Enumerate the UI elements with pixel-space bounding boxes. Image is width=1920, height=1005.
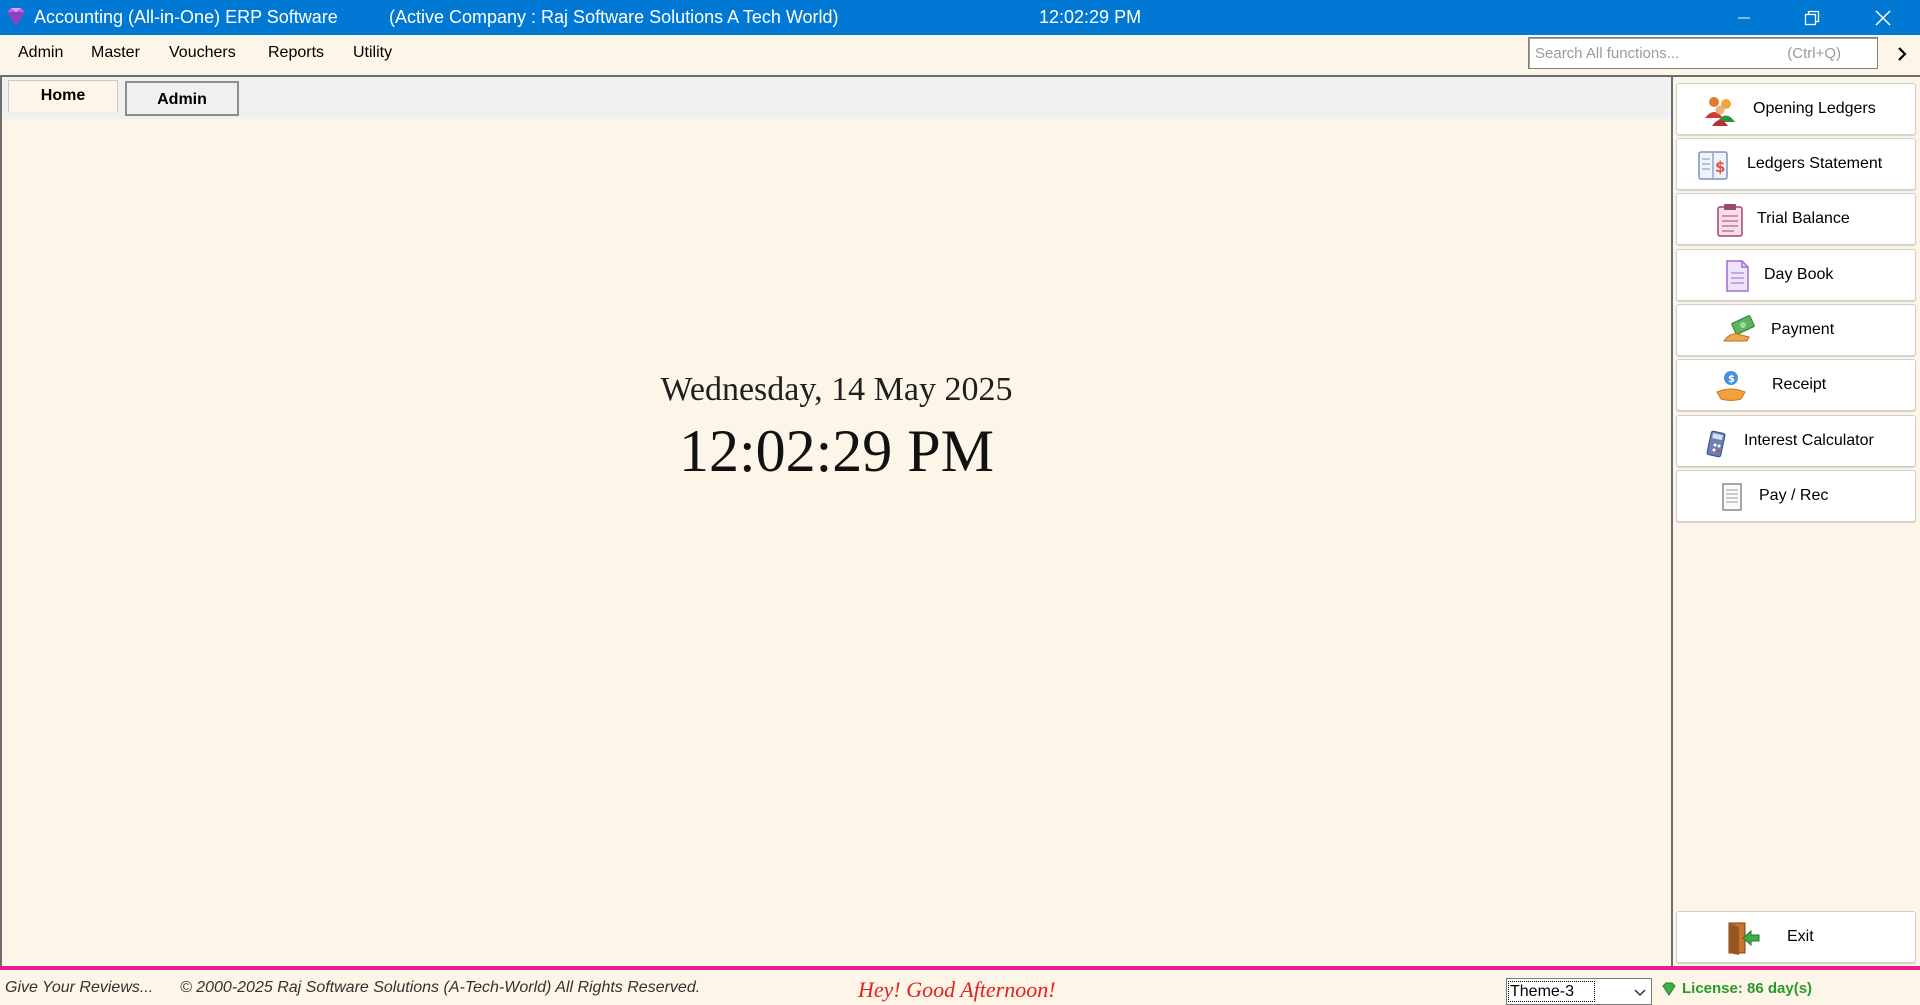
svg-text:$: $ — [1715, 158, 1725, 176]
quick-access-panel: Opening Ledgers $ Ledgers Statement Tria… — [1673, 75, 1920, 970]
payment-button[interactable]: Payment — [1676, 304, 1916, 356]
pay-rec-label: Pay / Rec — [1759, 487, 1829, 504]
app-title: Accounting (All-in-One) ERP Software — [34, 7, 338, 27]
current-time: 12:02:29 PM — [678, 418, 995, 484]
license-gem-icon — [1662, 982, 1676, 996]
minimize-icon — [1738, 17, 1750, 18]
tab-home[interactable]: Home — [8, 80, 118, 112]
pay-rec-button[interactable]: Pay / Rec — [1676, 470, 1916, 522]
search-functions-box[interactable]: (Ctrl+Q) — [1528, 37, 1878, 69]
active-company-label: (Active Company : Raj Software Solutions… — [389, 7, 839, 27]
current-date: Wednesday, 14 May 2025 — [660, 371, 1013, 408]
titlebar-clock: 12:02:29 PM — [1039, 7, 1142, 27]
close-button[interactable] — [1853, 0, 1913, 35]
day-book-label: Day Book — [1764, 266, 1834, 283]
menu-utility[interactable]: Utility — [353, 44, 392, 62]
ledgers-statement-button[interactable]: $ Ledgers Statement — [1676, 138, 1916, 190]
exit-door-icon — [1728, 922, 1760, 955]
receipt-label: Receipt — [1772, 376, 1827, 393]
menu-vouchers[interactable]: Vouchers — [169, 44, 236, 62]
trial-balance-label: Trial Balance — [1757, 210, 1850, 227]
tab-admin[interactable]: Admin — [125, 81, 239, 116]
coin-hand-icon: $ — [1716, 371, 1746, 401]
main-workspace: Home Admin Wednesday, 14 May 2025 12:02:… — [0, 75, 1673, 970]
copyright-text: © 2000-2025 Raj Software Solutions (A-Te… — [180, 979, 701, 996]
payment-label: Payment — [1771, 321, 1835, 338]
ledgers-statement-label: Ledgers Statement — [1747, 155, 1883, 172]
theme-dropdown[interactable]: Theme-3 — [1506, 978, 1652, 1005]
license-status: License: 86 day(s) — [1682, 980, 1813, 997]
receipt-button[interactable]: $ Receipt — [1676, 359, 1916, 411]
clipboard-icon — [1717, 204, 1743, 237]
opening-ledgers-button[interactable]: Opening Ledgers — [1676, 83, 1916, 135]
people-group-icon — [1705, 97, 1735, 126]
page-icon — [1722, 483, 1742, 511]
interest-calculator-button[interactable]: Interest Calculator — [1676, 415, 1916, 467]
give-reviews-link[interactable]: Give Your Reviews... — [5, 979, 153, 997]
calculator-icon — [1706, 430, 1726, 458]
chevron-right-icon[interactable] — [1892, 44, 1912, 64]
app-gem-icon — [7, 8, 25, 26]
ledger-dollar-icon: $ — [1698, 151, 1728, 180]
theme-value: Theme-3 — [1508, 981, 1596, 1002]
restore-button[interactable] — [1782, 0, 1842, 35]
chevron-down-icon — [1634, 989, 1646, 997]
menu-reports[interactable]: Reports — [268, 44, 324, 62]
trial-balance-button[interactable]: Trial Balance — [1676, 193, 1916, 245]
title-bar: Accounting (All-in-One) ERP Software (Ac… — [0, 0, 1920, 35]
restore-icon — [1804, 10, 1820, 25]
opening-ledgers-label: Opening Ledgers — [1753, 100, 1876, 117]
svg-text:$: $ — [1728, 374, 1735, 385]
exit-button[interactable]: Exit — [1676, 911, 1916, 963]
exit-label: Exit — [1787, 928, 1814, 945]
status-bar: Give Your Reviews... © 2000-2025 Raj Sof… — [0, 966, 1920, 1005]
search-input[interactable] — [1529, 38, 1877, 68]
menu-admin[interactable]: Admin — [18, 44, 63, 62]
minimize-button[interactable] — [1714, 0, 1774, 35]
document-icon — [1726, 260, 1749, 292]
close-icon — [1875, 9, 1891, 26]
menu-master[interactable]: Master — [91, 44, 140, 62]
day-book-button[interactable]: Day Book — [1676, 249, 1916, 301]
cash-hand-icon — [1723, 315, 1755, 342]
greeting-text: Hey! Good Afternoon! — [858, 977, 1056, 1002]
tab-strip: Home Admin — [2, 77, 1671, 119]
interest-calculator-label: Interest Calculator — [1744, 432, 1874, 449]
